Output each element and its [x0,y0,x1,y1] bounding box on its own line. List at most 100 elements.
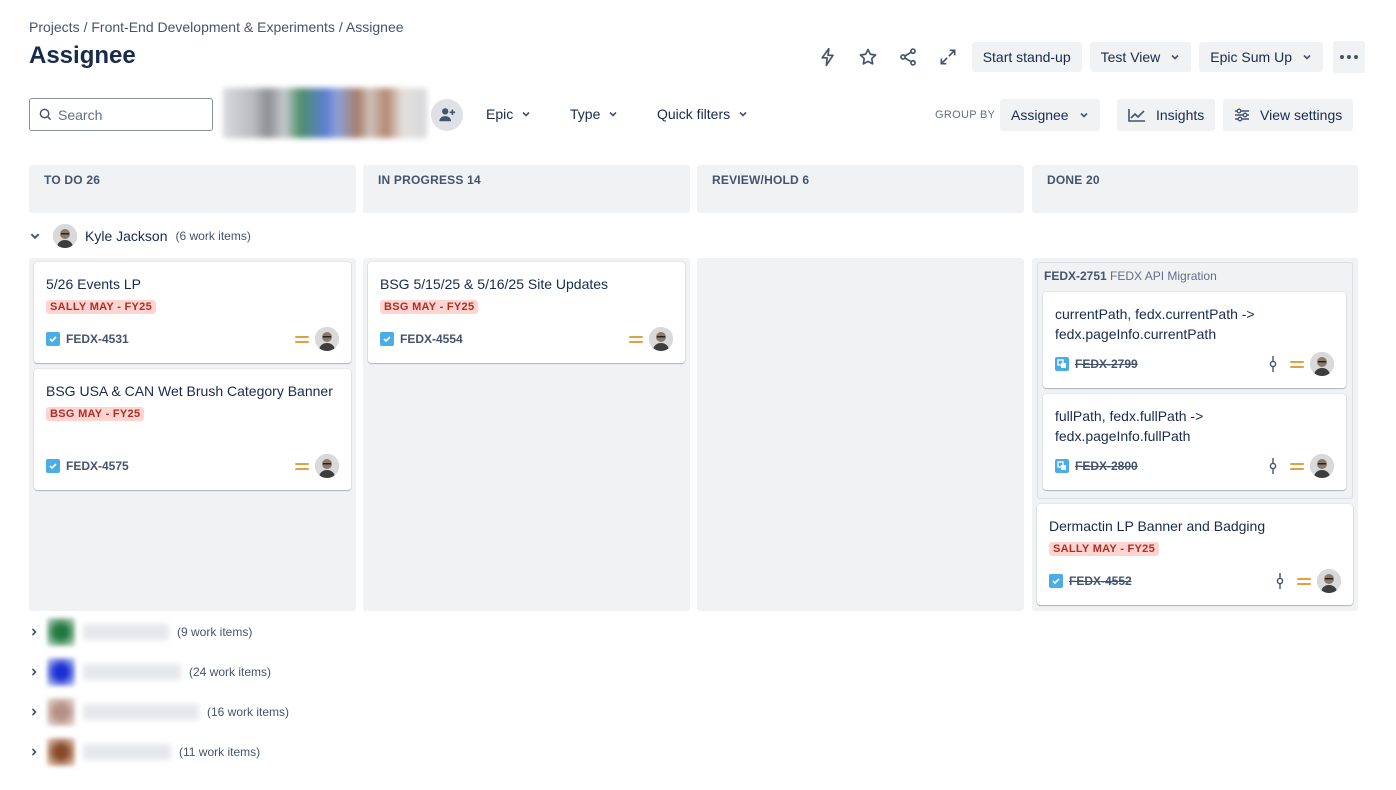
avatar[interactable] [1310,352,1334,376]
card-label: BSG MAY - FY25 [380,300,479,314]
card-fedx-2800[interactable]: fullPath, fedx.fullPath -> fedx.pageInfo… [1043,394,1346,490]
subtask-icon [1055,357,1069,371]
avatar[interactable] [1317,569,1341,593]
breadcrumb-projects[interactable]: Projects [29,19,80,35]
swimlane-count: (6 work items) [175,229,251,243]
test-view-label: Test View [1100,49,1161,65]
subtask-icon [1055,459,1069,473]
chevron-down-icon [1080,112,1088,118]
swimlane-count: (16 work items) [207,705,290,719]
test-view-button[interactable]: Test View [1089,42,1192,72]
epic-name: FEDX API Migration [1110,269,1217,283]
task-checkbox-icon [380,332,394,346]
chevron-right-icon[interactable] [29,627,39,637]
chart-line-icon [1128,109,1145,122]
avatar[interactable] [315,327,339,351]
assignee-name-blurred [83,704,199,720]
card-fedx-4575[interactable]: BSG USA & CAN Wet Brush Category Banner … [34,369,351,490]
task-checkbox-icon [46,459,60,473]
priority-medium-icon [1290,459,1304,473]
chevron-right-icon[interactable] [29,667,39,677]
expand-icon[interactable] [932,41,964,73]
epic-filter[interactable]: Epic [486,106,531,122]
chevron-down-icon [522,111,530,117]
avatar [47,738,75,766]
add-people-button[interactable] [431,99,463,131]
quick-filters[interactable]: Quick filters [657,106,748,122]
share-icon[interactable] [892,41,924,73]
avatar[interactable] [315,454,339,478]
card-key[interactable]: FEDX-4531 [66,332,129,346]
breadcrumb-current[interactable]: / Assignee [339,19,404,35]
swimlane-assignee-name: Kyle Jackson [85,228,168,244]
avatar [47,698,75,726]
card-footer: FEDX-4554 [380,327,673,351]
card-key[interactable]: FEDX-4575 [66,459,129,473]
assignee-name-blurred [83,664,181,680]
priority-medium-icon [295,332,309,346]
card-key[interactable]: FEDX-4552 [1069,574,1132,588]
card-fedx-4552[interactable]: Dermactin LP Banner and Badging SALLY MA… [1037,504,1353,605]
column-header-done: DONE 20 [1032,165,1358,213]
chevron-down-icon[interactable] [29,230,41,242]
card-footer: FEDX-4552 [1049,569,1341,593]
card-fedx-2799[interactable]: currentPath, fedx.currentPath -> fedx.pa… [1043,292,1346,388]
assignee-name-blurred [83,744,171,760]
card-key[interactable]: FEDX-2800 [1075,459,1138,473]
avatar [47,618,75,646]
start-standup-button[interactable]: Start stand-up [971,42,1082,72]
swimlane-header[interactable]: Kyle Jackson (6 work items) [29,222,251,250]
chevron-right-icon[interactable] [29,747,39,757]
card-footer: FEDX-2799 [1055,352,1334,376]
card-fedx-4531[interactable]: 5/26 Events LP SALLY MAY - FY25 FEDX-453… [34,262,351,363]
type-filter[interactable]: Type [570,106,618,122]
search-input[interactable] [58,106,198,123]
card-key[interactable]: FEDX-4554 [400,332,463,346]
chevron-right-icon[interactable] [29,707,39,717]
epic-filter-label: Epic [486,106,514,122]
view-settings-label: View settings [1260,107,1343,123]
swimlane-count: (24 work items) [189,665,272,679]
epic-key[interactable]: FEDX-2751 [1044,269,1107,283]
swimlane-collapsed[interactable]: (16 work items) [29,697,289,727]
card-key[interactable]: FEDX-2799 [1075,357,1138,371]
assignee-avatar-filter[interactable] [223,88,427,138]
page-title: Assignee [29,42,136,69]
chevron-down-icon [609,111,617,117]
column-header-todo: TO DO 26 [29,165,356,213]
epic-sum-up-button[interactable]: Epic Sum Up [1199,42,1323,72]
start-standup-label: Start stand-up [982,49,1071,65]
swimlane-count: (9 work items) [177,625,253,639]
epic-sum-up-label: Epic Sum Up [1210,49,1292,65]
card-footer: FEDX-2800 [1055,454,1334,478]
group-by-value: Assignee [1011,107,1069,123]
commit-icon [1269,356,1277,372]
avatar[interactable] [649,327,673,351]
assignee-name-blurred [83,624,169,640]
column-body-review-hold [697,258,1024,611]
swimlane-count: (11 work items) [179,745,261,759]
breadcrumb-project[interactable]: / Front-End Development & Experiments [84,19,335,35]
search-box[interactable] [29,98,213,131]
more-icon [1340,55,1358,59]
swimlane-collapsed[interactable]: (24 work items) [29,657,271,687]
star-icon[interactable] [852,41,884,73]
priority-medium-icon [629,332,643,346]
swimlane-collapsed[interactable]: (11 work items) [29,737,260,767]
task-checkbox-icon [1049,574,1063,588]
avatar[interactable] [1310,454,1334,478]
view-settings-button[interactable]: View settings [1223,99,1354,131]
swimlane-collapsed[interactable]: (9 work items) [29,617,252,647]
insights-label: Insights [1156,107,1205,123]
group-by-select[interactable]: Assignee [1000,99,1100,131]
priority-medium-icon [1297,574,1311,588]
automation-icon[interactable] [812,41,844,73]
priority-medium-icon [295,459,309,473]
column-header-review-hold: REVIEW/HOLD 6 [697,165,1024,213]
more-actions-button[interactable] [1333,41,1365,73]
insights-button[interactable]: Insights [1117,99,1216,131]
column-header-in-progress: IN PROGRESS 14 [363,165,690,213]
card-fedx-4554[interactable]: BSG 5/15/25 & 5/16/25 Site Updates BSG M… [368,262,685,363]
card-label: BSG MAY - FY25 [46,407,145,421]
type-filter-label: Type [570,106,601,122]
